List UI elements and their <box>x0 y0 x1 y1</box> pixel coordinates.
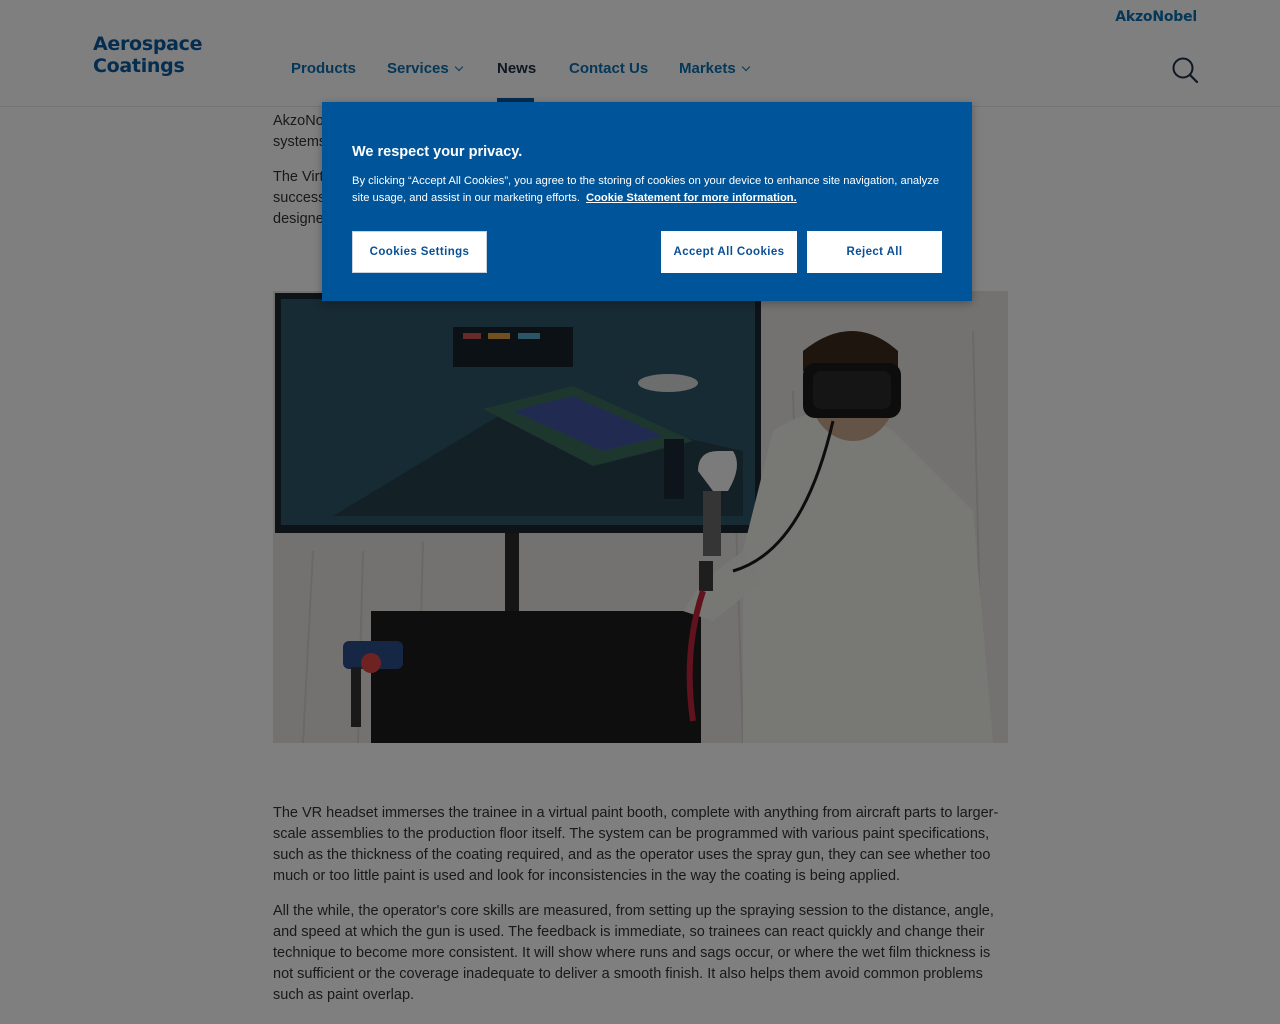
cookie-title: We respect your privacy. <box>352 144 523 160</box>
cookie-description: By clicking “Accept All Cookies”, you ag… <box>352 173 942 207</box>
accept-all-cookies-button[interactable]: Accept All Cookies <box>661 231 797 273</box>
reject-all-button[interactable]: Reject All <box>807 231 942 273</box>
cookie-statement-link[interactable]: Cookie Statement for more information. <box>586 192 797 204</box>
cookies-settings-button[interactable]: Cookies Settings <box>352 231 487 273</box>
cookie-consent-banner: We respect your privacy. By clicking “Ac… <box>322 102 972 301</box>
